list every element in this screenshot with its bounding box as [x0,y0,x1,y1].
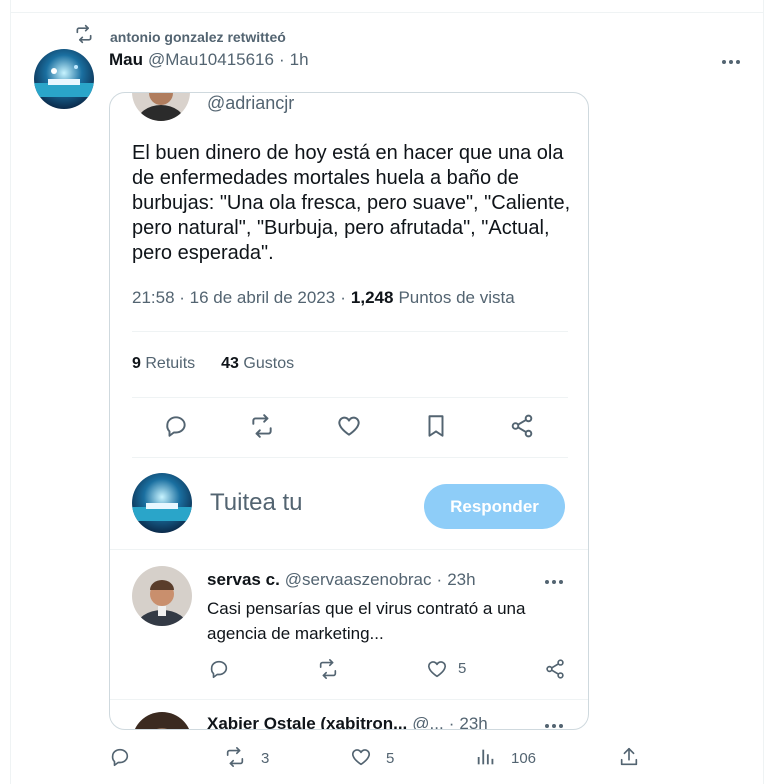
tweet-timestamp[interactable]: 21:58 · 16 de abril de 2023 [132,288,335,308]
reply-header: servas c. @servaaszenobrac · 23h [207,570,476,590]
share-icon[interactable] [544,658,566,680]
avatar[interactable] [132,712,192,729]
tweet-time[interactable]: 1h [290,50,309,70]
retweets-label: Retuits [145,355,196,372]
author-name[interactable]: Mau [109,50,143,70]
quoted-tweet-card[interactable]: @adriancjr El buen dinero de hoy está en… [109,92,589,730]
reply-time[interactable]: 23h [459,714,487,729]
reply-icon[interactable] [163,413,189,439]
tweet-action-bar: 3 5 106 [0,746,772,776]
divider [132,457,568,458]
avatar[interactable] [132,566,192,626]
reply-author-name[interactable]: servas c. [207,570,280,590]
retweet-icon[interactable] [317,658,339,680]
views-count: 1,248 [350,288,394,307]
quote-handle[interactable]: @adriancjr [207,93,294,114]
avatar[interactable] [34,49,94,109]
meta-separator: · [340,288,346,307]
reply-button[interactable]: Responder [424,484,565,529]
retweet-context[interactable]: antonio gonzalez retwitteó [74,24,286,49]
retweet-label: antonio gonzalez retwitteó [110,28,286,45]
reply-tweet[interactable]: servas c. @servaaszenobrac · 23h Casi pe… [110,549,588,699]
heart-icon[interactable] [350,746,372,768]
divider [132,331,568,332]
views-icon[interactable] [475,746,497,768]
reply-text: Casi pensarías que el virus contrató a u… [207,599,526,643]
separator: · [436,570,443,589]
retweets-count: 9 [132,355,141,372]
tweet-meta: 21:58 · 16 de abril de 2023 · 1,248 Punt… [132,288,515,308]
heart-icon[interactable] [336,413,362,439]
likes-stat[interactable]: 43 Gustos [221,355,294,373]
share-icon[interactable] [509,413,535,439]
likes-count: 43 [221,355,239,372]
likes-label: Gustos [243,355,295,372]
heart-icon[interactable] [426,658,448,680]
tweet-header: Mau @Mau10415616 · 1h [109,50,309,70]
tweet-stats: 9 Retuits 43 Gustos [132,355,294,373]
separator: · [448,714,455,730]
top-divider [10,12,764,13]
reply-input[interactable]: Tuitea tu [210,489,303,517]
more-icon[interactable] [722,60,740,64]
bookmark-icon[interactable] [423,413,449,439]
reply-icon[interactable] [109,746,131,768]
author-handle[interactable]: @Mau10415616 [148,50,274,70]
reply-likes-count: 5 [458,660,467,677]
reply-author-handle[interactable]: @... [412,714,443,729]
reply-author-handle[interactable]: @servaaszenobrac [285,570,432,590]
retweet-icon [74,24,94,49]
retweets-count: 3 [261,750,270,767]
composer-avatar [132,473,192,533]
retweets-stat[interactable]: 9 Retuits [132,355,195,373]
reply-author-name[interactable]: Xabier Ostale (xabitron... [207,714,407,729]
tweet-actions [110,413,588,443]
retweet-icon[interactable] [224,746,246,768]
retweet-icon[interactable] [249,413,275,439]
reply-tweet[interactable]: Xabier Ostale (xabitron... @... · 23h [110,699,588,730]
views-count: 106 [511,750,537,767]
likes-count: 5 [386,750,395,767]
reply-time[interactable]: 23h [447,570,475,590]
divider [132,397,568,398]
upload-icon[interactable] [618,746,640,768]
reply-actions: 5 [110,658,588,682]
reply-icon[interactable] [208,658,230,680]
quote-text: El buen dinero de hoy está en hacer que … [132,142,571,264]
quote-avatar[interactable] [132,93,190,121]
views-label: Puntos de vista [398,288,515,307]
separator: · [278,50,285,69]
more-icon[interactable] [545,724,563,728]
more-icon[interactable] [545,580,563,584]
reply-header: Xabier Ostale (xabitron... @... · 23h [207,714,488,730]
